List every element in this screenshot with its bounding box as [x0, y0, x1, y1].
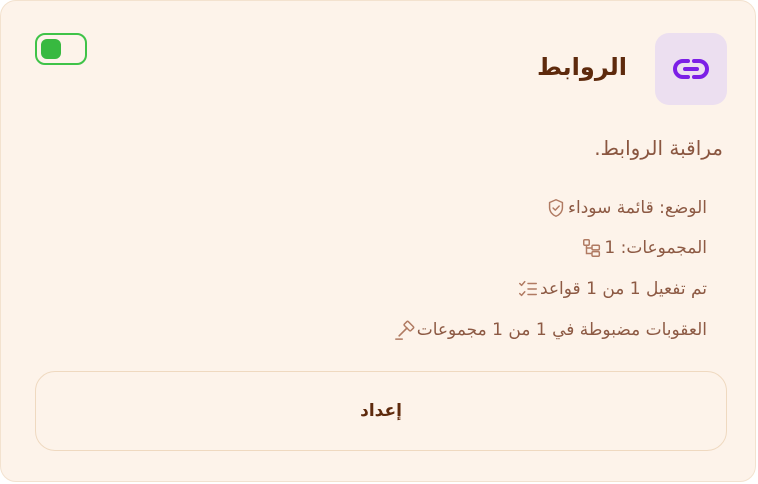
groups-icon — [580, 236, 604, 260]
info-text-groups: المجموعات: 1 — [604, 238, 707, 258]
enable-toggle[interactable] — [35, 33, 87, 65]
checklist-icon — [516, 277, 540, 301]
info-row-mode: الوضع: قائمة سوداء — [544, 194, 723, 222]
shield-check-icon — [544, 196, 568, 220]
info-row-rules: تم تفعيل 1 من 1 قواعد — [516, 275, 723, 303]
card-description: مراقبة الروابط. — [594, 136, 723, 160]
info-row-groups: المجموعات: 1 — [580, 234, 723, 262]
link-icon — [673, 59, 709, 79]
link-icon-tile — [655, 33, 727, 105]
gavel-icon — [393, 318, 417, 342]
links-card: الروابط مراقبة الروابط. الوضع: قائمة سود… — [0, 0, 756, 482]
info-text-mode: الوضع: قائمة سوداء — [568, 198, 707, 218]
card-title: الروابط — [536, 53, 627, 81]
info-text-rules: تم تفعيل 1 من 1 قواعد — [539, 279, 707, 299]
info-text-penalties: العقوبات مضبوطة في 1 من 1 مجموعات — [416, 320, 707, 340]
info-row-penalties: العقوبات مضبوطة في 1 من 1 مجموعات — [393, 316, 723, 344]
setup-button[interactable]: إعداد — [35, 371, 727, 451]
toggle-knob — [41, 39, 61, 59]
